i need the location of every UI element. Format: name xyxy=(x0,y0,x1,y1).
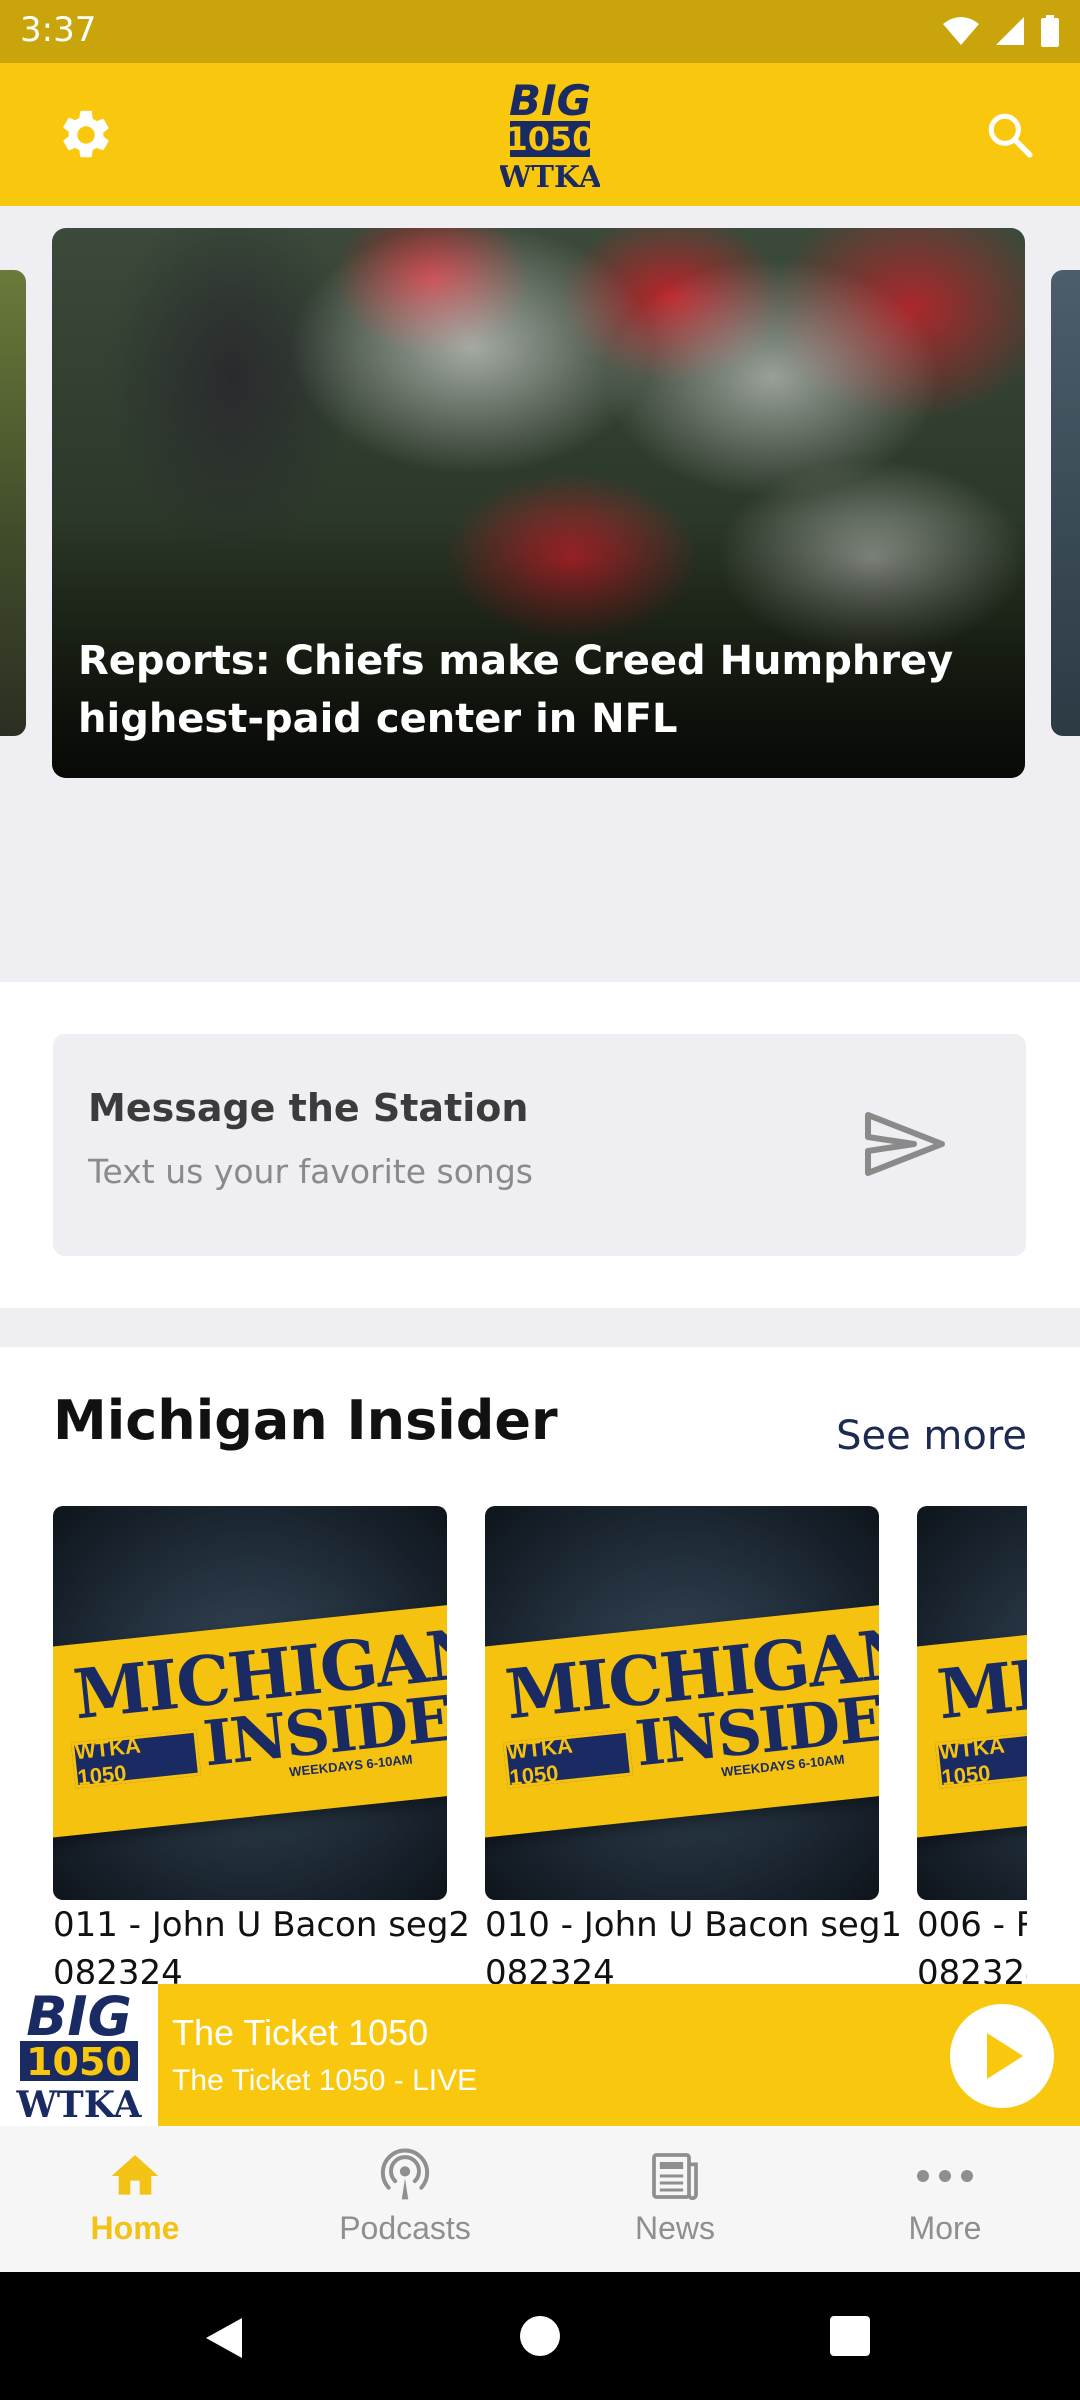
nav-more-label: More xyxy=(908,2210,982,2246)
search-icon xyxy=(988,113,1033,158)
status-icons xyxy=(942,14,1060,48)
nav-podcasts-label: Podcasts xyxy=(339,2210,471,2246)
episode-date: 082324 xyxy=(917,1953,1027,1985)
logo-1050-text: 1050 xyxy=(505,120,594,158)
search-button[interactable] xyxy=(976,101,1044,169)
thumb-station-tag: WTKA 1050 xyxy=(502,1729,634,1790)
podcast-thumbnail: MICHIGAN INSIDER WTKA 1050 WEEKDAYS 6-10… xyxy=(485,1506,879,1900)
mini-player[interactable]: BIG 1050 WTKA The Ticket 1050 The Ticket… xyxy=(0,1984,1080,2126)
player-station-logo: BIG 1050 WTKA xyxy=(0,1984,158,2126)
bottom-navigation: Home Podcasts News More xyxy=(0,2126,1080,2272)
thumb-station-tag: WTKA 1050 xyxy=(70,1729,202,1790)
status-time: 3:37 xyxy=(20,10,97,50)
logo-big-text: BIG xyxy=(509,77,591,125)
logo-wtka-text: WTKA xyxy=(500,160,600,193)
carousel-next-card[interactable] xyxy=(1051,270,1080,736)
send-icon xyxy=(865,1112,945,1176)
nav-home[interactable]: Home xyxy=(0,2126,270,2272)
episode-title: 006 - Re xyxy=(917,1905,1027,1945)
nav-news-label: News xyxy=(634,2210,715,2246)
settings-button[interactable] xyxy=(52,101,120,169)
player-logo-wtka: WTKA xyxy=(16,2084,143,2121)
system-navigation-bar xyxy=(0,2272,1080,2400)
recent-apps-button[interactable] xyxy=(830,2316,870,2356)
message-subtitle: Text us your favorite songs xyxy=(88,1152,533,1191)
message-title: Message the Station xyxy=(88,1086,529,1130)
podcast-thumbnail: MICHIGAN INSIDER WTKA 1050 WEEKDAYS 6-10… xyxy=(53,1506,447,1900)
podcast-section: Michigan Insider See more MICHIGAN INSID… xyxy=(0,1347,1080,1985)
carousel-prev-card[interactable] xyxy=(0,270,26,736)
app-header: BIG 1050 WTKA xyxy=(0,63,1080,206)
player-logo-1050: 1050 xyxy=(26,2040,132,2084)
thumb-station-tag: WTKA 1050 xyxy=(934,1729,1027,1790)
battery-icon xyxy=(1041,15,1059,47)
message-section: Message the Station Text us your favorit… xyxy=(0,982,1080,1308)
status-bar: 3:37 xyxy=(0,0,1080,63)
hero-title: Reports: Chiefs make Creed Humphrey high… xyxy=(78,638,954,742)
message-station-card[interactable]: Message the Station Text us your favorit… xyxy=(53,1034,1026,1256)
news-icon xyxy=(652,2153,698,2200)
episode-title: 011 - John U Bacon seg2 xyxy=(53,1905,471,1945)
signal-icon xyxy=(996,17,1024,45)
nav-news[interactable]: News xyxy=(540,2126,810,2272)
send-button[interactable] xyxy=(860,1104,950,1184)
gear-icon xyxy=(63,110,109,158)
nav-home-label: Home xyxy=(90,2210,180,2246)
news-carousel[interactable]: Reports: Chiefs make Creed Humphrey high… xyxy=(0,206,1080,982)
more-icon xyxy=(917,2170,973,2182)
home-button[interactable] xyxy=(520,2316,560,2356)
play-icon xyxy=(987,2033,1023,2079)
hero-story-card[interactable]: Reports: Chiefs make Creed Humphrey high… xyxy=(52,228,1025,778)
station-logo: BIG 1050 WTKA xyxy=(497,76,603,195)
back-icon[interactable] xyxy=(202,2316,246,2360)
play-button[interactable] xyxy=(950,2004,1054,2108)
wifi-icon xyxy=(943,17,979,45)
podcast-thumbnail: MICHIGAN INSIDER WTKA 1050 WEEKDAYS 6-10… xyxy=(917,1506,1027,1900)
player-title: The Ticket 1050 xyxy=(172,2012,429,2053)
episode-date: 082324 xyxy=(53,1953,183,1985)
section-title: Michigan Insider xyxy=(53,1389,558,1452)
podcast-icon xyxy=(380,2148,430,2200)
thumb-title-1: MICHIGAN xyxy=(933,1612,1027,1736)
episode-date: 082324 xyxy=(485,1953,615,1985)
see-more-link[interactable]: See more xyxy=(836,1413,1027,1459)
nav-more[interactable]: More xyxy=(810,2126,1080,2272)
podcast-episode-card[interactable]: MICHIGAN INSIDER WTKA 1050 WEEKDAYS 6-10… xyxy=(917,1506,1027,1985)
player-subtitle: The Ticket 1050 - LIVE xyxy=(172,2064,478,2097)
episode-title: 010 - John U Bacon seg1 xyxy=(485,1905,903,1945)
podcast-episode-card[interactable]: MICHIGAN INSIDER WTKA 1050 WEEKDAYS 6-10… xyxy=(53,1506,471,1985)
home-icon xyxy=(111,2155,159,2195)
nav-podcasts[interactable]: Podcasts xyxy=(270,2126,540,2272)
podcast-episode-card[interactable]: MICHIGAN INSIDER WTKA 1050 WEEKDAYS 6-10… xyxy=(485,1506,903,1985)
podcast-episode-card-clip: MICHIGAN INSIDER WTKA 1050 WEEKDAYS 6-10… xyxy=(917,1506,1027,1985)
